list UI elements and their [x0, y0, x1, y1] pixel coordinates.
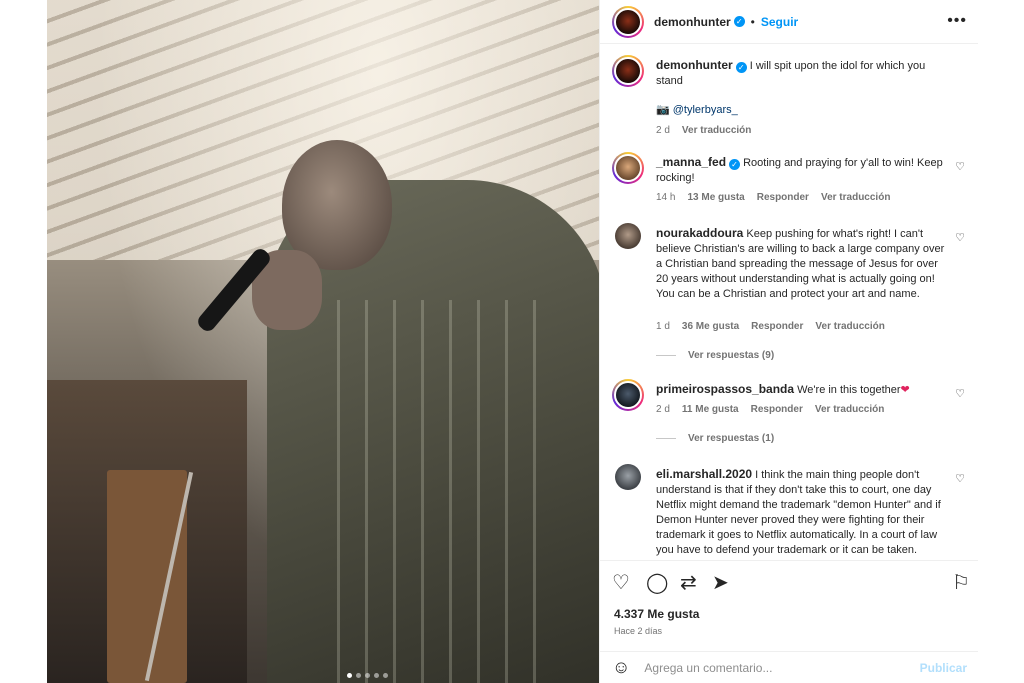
separator-dot: • — [750, 14, 755, 29]
publish-button[interactable]: Publicar — [920, 661, 967, 675]
translate-link[interactable]: Ver traducción — [682, 125, 751, 136]
avatar[interactable] — [612, 379, 644, 411]
reply-button[interactable]: Responder — [751, 321, 803, 332]
camera-icon: 📷 — [656, 104, 670, 116]
carousel-dot — [347, 673, 352, 678]
header-username[interactable]: demonhunter — [654, 15, 731, 29]
comment-composer: ☺ Publicar — [600, 651, 979, 683]
likes-count[interactable]: 4.337 Me gusta — [614, 607, 699, 621]
more-options-icon[interactable]: ••• — [947, 12, 967, 30]
comment-likes[interactable]: 13 Me gusta — [687, 192, 744, 203]
save-icon[interactable]: ⚐ — [952, 573, 970, 593]
verified-icon: ✓ — [735, 62, 747, 73]
like-heart-icon[interactable]: ♡ — [955, 160, 965, 173]
verified-icon: ✓ — [733, 16, 745, 27]
comment-username[interactable]: eli.marshall.2020 — [656, 467, 752, 481]
share-icon[interactable]: ➤ — [712, 573, 729, 593]
reply-button[interactable]: Responder — [757, 192, 809, 203]
comment-likes[interactable]: 36 Me gusta — [682, 321, 739, 332]
comment-likes[interactable]: 11 Me gusta — [682, 404, 739, 415]
post-time: Hace 2 días — [614, 626, 663, 636]
follow-button[interactable]: Seguir — [761, 15, 798, 29]
comment-text-block: eli.marshall.2020 I think the main thing… — [656, 467, 951, 558]
left-margin — [0, 0, 47, 683]
comment-time: 1 d — [656, 321, 670, 332]
carousel-dot — [383, 673, 388, 678]
caption-username[interactable]: demonhunter — [656, 58, 733, 72]
caption-text-block: demonhunter ✓ I will spit upon the idol f… — [656, 58, 951, 89]
translate-link[interactable]: Ver traducción — [815, 404, 884, 415]
translate-link[interactable]: Ver traducción — [821, 192, 890, 203]
view-replies-label[interactable]: Ver respuestas (9) — [688, 350, 774, 361]
avatar[interactable] — [615, 223, 641, 249]
avatar[interactable] — [612, 5, 644, 38]
coat-pattern — [337, 300, 557, 683]
carousel-dot — [356, 673, 361, 678]
comments-list[interactable]: demonhunter ✓ I will spit upon the idol f… — [600, 44, 979, 560]
comment-text: I think the main thing people don't unde… — [656, 469, 941, 556]
comment-username[interactable]: primeirospassos_banda — [656, 382, 794, 396]
comment-input[interactable] — [644, 660, 920, 675]
avatar[interactable] — [612, 152, 644, 184]
post-header: demonhunter ✓ • Seguir ••• — [600, 0, 979, 44]
carousel-dot — [365, 673, 370, 678]
comment-text: We're in this together — [797, 384, 901, 396]
caption-time: 2 d — [656, 125, 670, 136]
carousel-dot — [374, 673, 379, 678]
carousel-dots — [347, 673, 388, 678]
comment-icon[interactable]: ◯ — [646, 573, 668, 593]
comment-time: 14 h — [656, 192, 676, 203]
comment-username[interactable]: nourakaddoura — [656, 226, 743, 240]
repost-icon[interactable]: ⇄ — [680, 573, 697, 593]
comment-time: 2 d — [656, 404, 670, 415]
like-icon[interactable]: ♡ — [612, 573, 630, 593]
like-heart-icon[interactable]: ♡ — [955, 387, 965, 400]
heart-emoji: ❤ — [900, 384, 910, 396]
replies-divider — [656, 355, 676, 356]
view-replies-button[interactable]: Ver respuestas (9) — [656, 350, 774, 361]
verified-icon: ✓ — [729, 159, 741, 170]
reply-button[interactable]: Responder — [751, 404, 803, 415]
view-replies-label[interactable]: Ver respuestas (1) — [688, 433, 774, 444]
comment-username[interactable]: _manna_fed — [656, 155, 726, 169]
mention-link[interactable]: @tylerbyars_ — [673, 104, 738, 116]
comment-meta: 1 d 36 Me gusta Responder Ver traducción — [656, 321, 885, 332]
comment-text-block: primeirospassos_banda We're in this toge… — [656, 382, 951, 398]
comment-text-block: _manna_fed ✓ Rooting and praying for y'al… — [656, 155, 951, 186]
caption-meta: 2 d Ver traducción — [656, 125, 751, 136]
replies-divider — [656, 438, 676, 439]
translate-link[interactable]: Ver traducción — [815, 321, 884, 332]
post-photo[interactable]: › — [47, 0, 599, 683]
like-heart-icon[interactable]: ♡ — [955, 472, 965, 485]
view-replies-button[interactable]: Ver respuestas (1) — [656, 433, 774, 444]
post-side-panel: demonhunter ✓ • Seguir ••• demonhunter ✓ … — [599, 0, 979, 683]
right-margin — [978, 0, 1024, 683]
like-heart-icon[interactable]: ♡ — [955, 231, 965, 244]
caption-mention-line: 📷 @tylerbyars_ — [656, 103, 951, 118]
comment-meta: 14 h 13 Me gusta Responder Ver traducció… — [656, 192, 890, 203]
emoji-icon[interactable]: ☺ — [612, 657, 630, 678]
comment-meta: 2 d 11 Me gusta Responder Ver traducción — [656, 404, 884, 415]
avatar[interactable] — [612, 55, 644, 87]
comment-text-block: nourakaddoura Keep pushing for what's ri… — [656, 226, 951, 302]
avatar[interactable] — [615, 464, 641, 490]
action-bar: ♡ ◯ ⇄ ➤ ⚐ — [600, 560, 979, 604]
amplifier — [107, 470, 187, 683]
